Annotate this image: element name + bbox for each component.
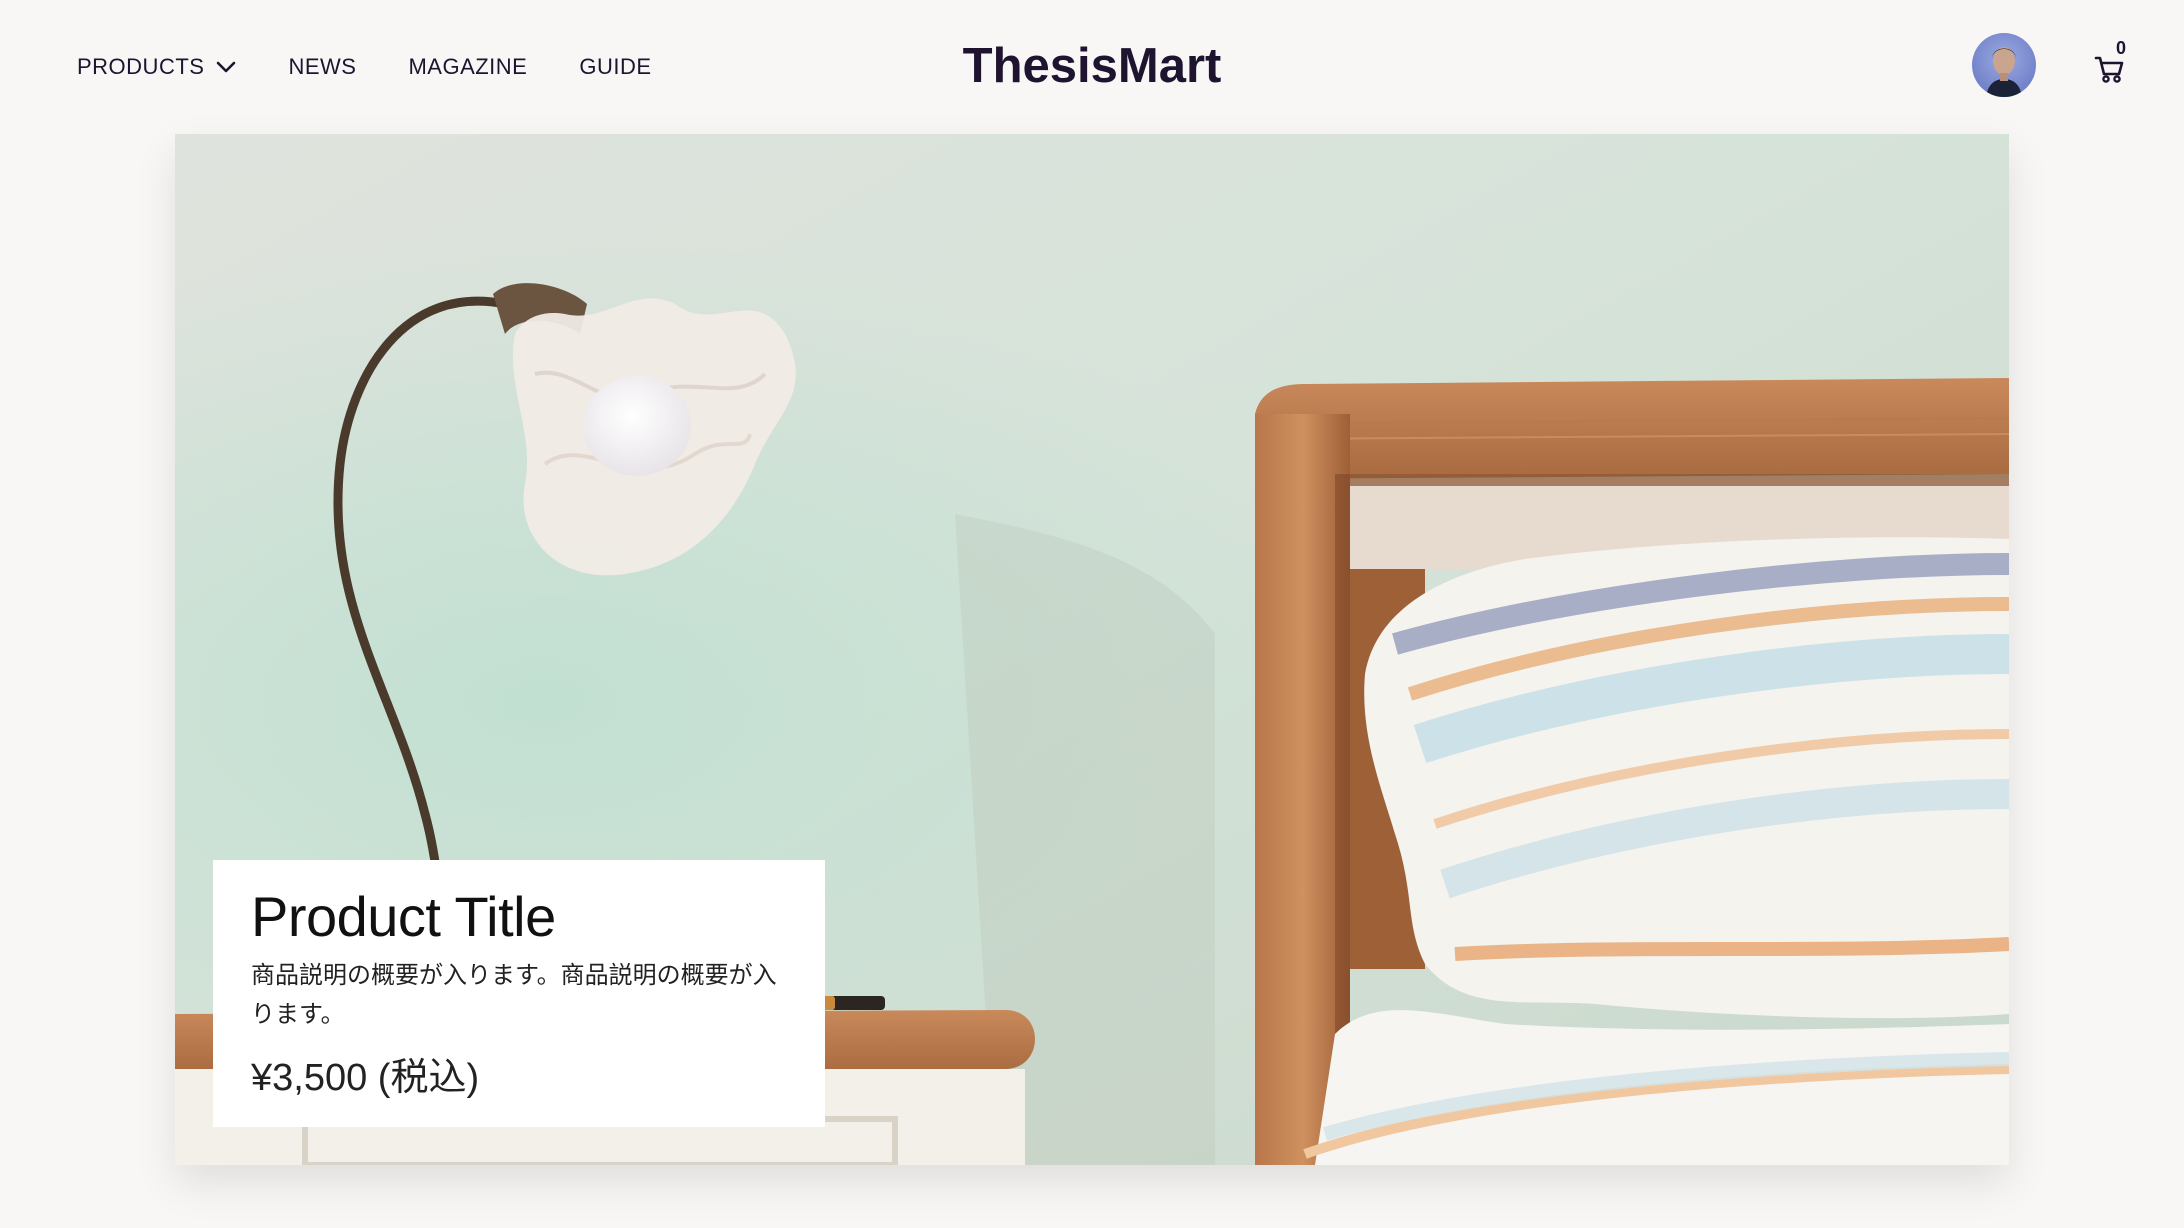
cart-count-badge: 0 (2116, 38, 2127, 58)
product-title: Product Title (251, 885, 556, 948)
main-nav: PRODUCTS NEWS MAGAZINE GUIDE (77, 50, 704, 84)
chevron-down-icon[interactable] (216, 60, 236, 74)
nav-item-news[interactable]: NEWS (288, 54, 356, 80)
nav-item-products[interactable]: PRODUCTS (77, 54, 236, 80)
nav-item-guide[interactable]: GUIDE (579, 54, 651, 80)
nav-item-magazine[interactable]: MAGAZINE (408, 54, 527, 80)
product-price: ¥3,500 (税込) (251, 1057, 480, 1099)
site-header: PRODUCTS NEWS MAGAZINE GUIDE ThesisMart (0, 0, 2184, 134)
avatar[interactable] (1972, 33, 2036, 97)
nav-item-products-label: PRODUCTS (77, 54, 205, 79)
product-card[interactable]: Product Title 商品説明の概要が入ります。商品説明の概要が入ります。… (213, 860, 825, 1127)
product-description: 商品説明の概要が入ります。商品説明の概要が入ります。 (251, 962, 777, 1028)
brand-logo[interactable]: ThesisMart (963, 39, 1222, 93)
